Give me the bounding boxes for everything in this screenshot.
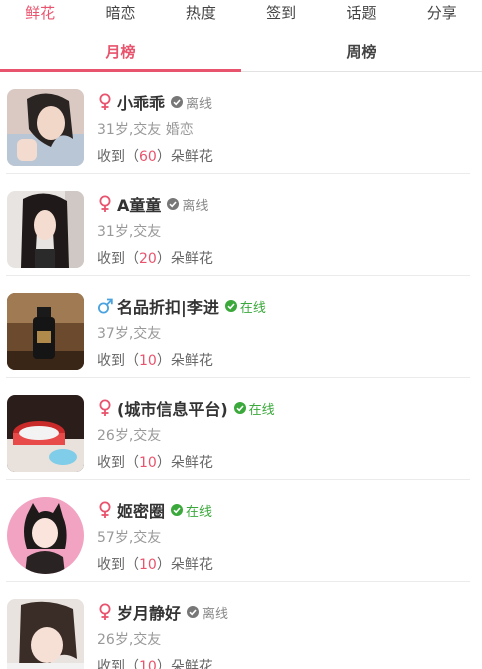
user-info: 31岁,交友 婚恋 bbox=[97, 122, 194, 138]
status-text: 在线 bbox=[248, 402, 275, 418]
female-symbol-icon bbox=[97, 399, 113, 417]
avatar[interactable] bbox=[7, 89, 84, 166]
flower-number: 60 bbox=[139, 149, 157, 165]
avatar[interactable] bbox=[7, 497, 84, 574]
received-prefix: 收到（ bbox=[97, 455, 139, 471]
flower-number: 10 bbox=[139, 557, 157, 573]
received-suffix: ）朵鲜花 bbox=[156, 557, 213, 573]
tab-share[interactable]: 分享 bbox=[402, 0, 482, 30]
avatar[interactable] bbox=[7, 191, 84, 268]
flower-count: 收到（20）朵鲜花 bbox=[97, 248, 213, 268]
user-name-row: 岁月静好 离线 bbox=[97, 600, 228, 624]
user-name-row: (城市信息平台) 在线 bbox=[97, 396, 275, 420]
received-prefix: 收到（ bbox=[97, 557, 139, 573]
status-badge: 离线 bbox=[171, 93, 212, 112]
check-circle-icon bbox=[233, 402, 246, 414]
check-circle-icon bbox=[167, 198, 180, 210]
avatar[interactable] bbox=[7, 293, 84, 370]
top-tab-bar: 鲜花 暗恋 热度 签到 话题 分享 bbox=[0, 0, 482, 30]
status-text: 离线 bbox=[186, 96, 213, 112]
female-symbol-icon bbox=[97, 501, 113, 519]
status-badge: 在线 bbox=[233, 399, 275, 418]
user-name[interactable]: 名品折扣|李进 bbox=[117, 294, 219, 318]
status-badge: 在线 bbox=[171, 501, 212, 520]
status-badge: 离线 bbox=[167, 195, 208, 214]
received-suffix: ）朵鲜花 bbox=[156, 149, 213, 165]
flower-count: 收到（10）朵鲜花 bbox=[97, 452, 213, 472]
user-name[interactable]: 岁月静好 bbox=[117, 600, 181, 624]
list-item[interactable]: 名品折扣|李进 在线 37岁,交友 收到（10）朵鲜花 bbox=[0, 276, 482, 378]
received-prefix: 收到（ bbox=[97, 251, 139, 267]
status-text: 在线 bbox=[239, 300, 266, 316]
user-name[interactable]: (城市信息平台) bbox=[117, 396, 228, 420]
check-circle-icon bbox=[224, 300, 237, 312]
received-suffix: ）朵鲜花 bbox=[156, 251, 213, 267]
tab-popularity[interactable]: 热度 bbox=[161, 0, 241, 30]
flower-number: 10 bbox=[139, 455, 157, 471]
received-suffix: ）朵鲜花 bbox=[156, 455, 213, 471]
female-symbol-icon bbox=[97, 603, 113, 621]
flower-count: 收到（60）朵鲜花 bbox=[97, 146, 213, 166]
check-circle-icon bbox=[171, 504, 184, 516]
received-suffix: ）朵鲜花 bbox=[156, 659, 213, 669]
received-prefix: 收到（ bbox=[97, 353, 139, 369]
user-name[interactable]: 小乖乖 bbox=[117, 90, 165, 114]
male-symbol-icon bbox=[97, 297, 113, 315]
user-name-row: A童童 离线 bbox=[97, 192, 208, 216]
user-info: 37岁,交友 bbox=[97, 326, 162, 342]
tab-monthly-ranking[interactable]: 月榜 bbox=[0, 36, 241, 72]
female-symbol-icon bbox=[97, 93, 113, 111]
flower-number: 10 bbox=[139, 659, 157, 669]
list-item[interactable]: 岁月静好 离线 26岁,交友 收到（10）朵鲜花 bbox=[0, 582, 482, 669]
user-name-row: 名品折扣|李进 在线 bbox=[97, 294, 266, 318]
user-info: 26岁,交友 bbox=[97, 632, 162, 648]
status-text: 离线 bbox=[202, 606, 229, 622]
flower-number: 20 bbox=[139, 251, 157, 267]
check-circle-icon bbox=[171, 96, 184, 108]
flower-number: 10 bbox=[139, 353, 157, 369]
flower-count: 收到（10）朵鲜花 bbox=[97, 554, 213, 574]
status-badge: 在线 bbox=[224, 297, 266, 316]
list-item[interactable]: 姬密圈 在线 57岁,交友 收到（10）朵鲜花 bbox=[0, 480, 482, 582]
avatar[interactable] bbox=[7, 599, 84, 669]
avatar[interactable] bbox=[7, 395, 84, 472]
ranking-tab-bar: 月榜 周榜 bbox=[0, 36, 482, 72]
user-info: 26岁,交友 bbox=[97, 428, 162, 444]
received-prefix: 收到（ bbox=[97, 659, 139, 669]
status-badge: 离线 bbox=[187, 603, 228, 622]
status-text: 离线 bbox=[182, 198, 209, 214]
user-name-row: 姬密圈 在线 bbox=[97, 498, 212, 522]
received-prefix: 收到（ bbox=[97, 149, 139, 165]
tab-crush[interactable]: 暗恋 bbox=[80, 0, 160, 30]
received-suffix: ）朵鲜花 bbox=[156, 353, 213, 369]
tab-checkin[interactable]: 签到 bbox=[241, 0, 321, 30]
user-name-row: 小乖乖 离线 bbox=[97, 90, 212, 114]
tab-topics[interactable]: 话题 bbox=[321, 0, 401, 30]
tab-weekly-ranking[interactable]: 周榜 bbox=[241, 36, 482, 71]
status-text: 在线 bbox=[186, 504, 213, 520]
female-symbol-icon bbox=[97, 195, 113, 213]
user-info: 31岁,交友 bbox=[97, 224, 162, 240]
check-circle-icon bbox=[187, 606, 200, 618]
list-item[interactable]: (城市信息平台) 在线 26岁,交友 收到（10）朵鲜花 bbox=[0, 378, 482, 480]
flower-count: 收到（10）朵鲜花 bbox=[97, 350, 213, 370]
user-name[interactable]: A童童 bbox=[117, 192, 161, 216]
list-item[interactable]: A童童 离线 31岁,交友 收到（20）朵鲜花 bbox=[0, 174, 482, 276]
user-info: 57岁,交友 bbox=[97, 530, 162, 546]
user-name[interactable]: 姬密圈 bbox=[117, 498, 165, 522]
flower-count: 收到（10）朵鲜花 bbox=[97, 656, 213, 669]
tab-flowers[interactable]: 鲜花 bbox=[0, 0, 80, 30]
list-item[interactable]: 小乖乖 离线 31岁,交友 婚恋 收到（60）朵鲜花 bbox=[0, 72, 482, 174]
